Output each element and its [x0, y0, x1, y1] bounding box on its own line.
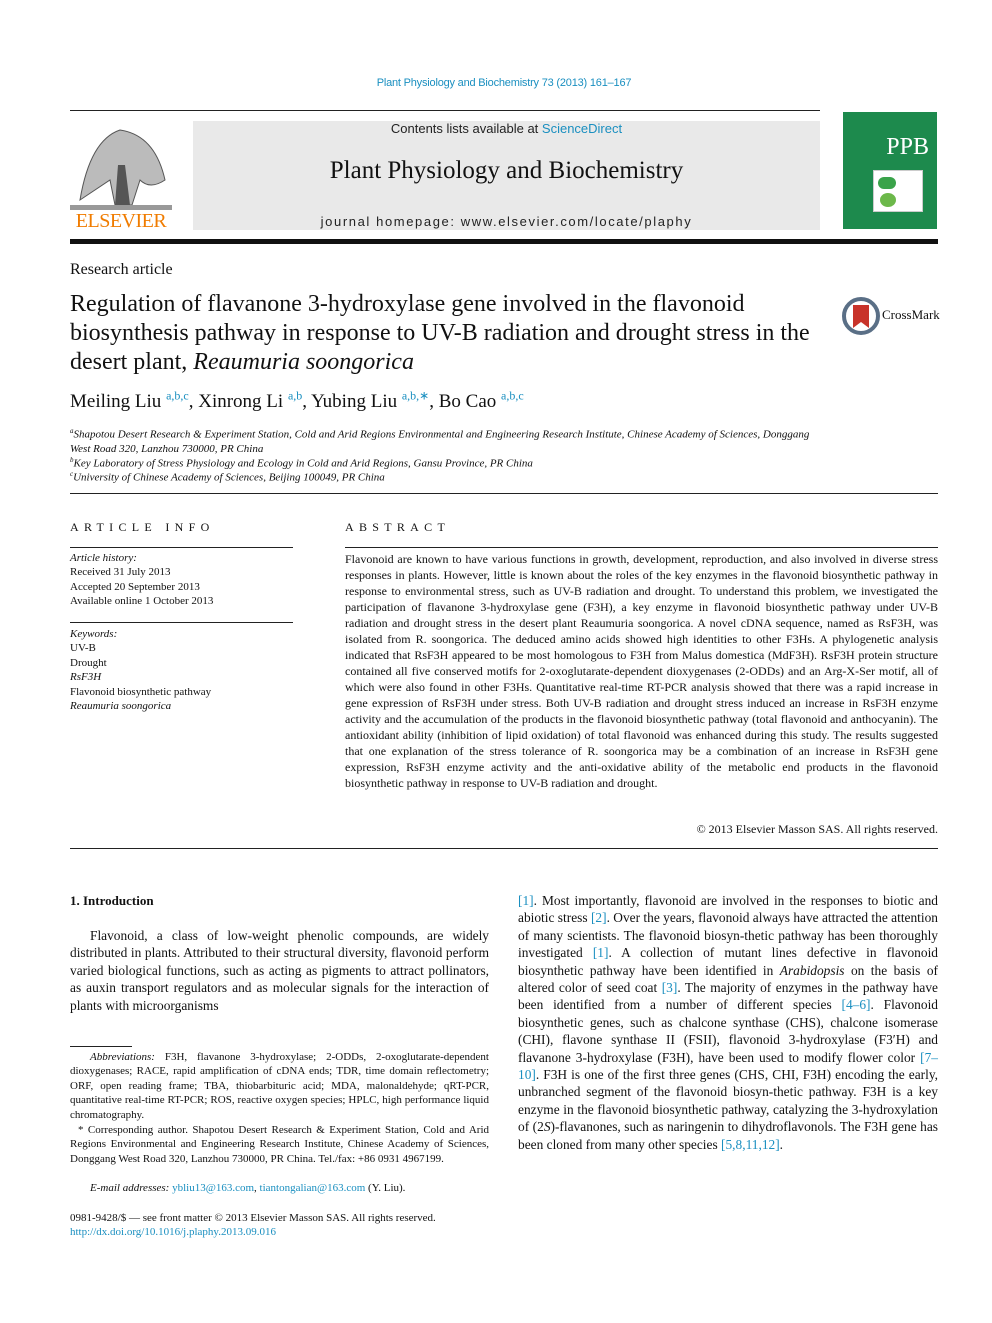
divider: [70, 110, 820, 111]
issn-line: 0981-9428/$ — see front matter © 2013 El…: [70, 1212, 436, 1224]
reference-link[interactable]: [2]: [591, 910, 607, 925]
reference-link[interactable]: [5,8,11,12]: [721, 1137, 780, 1152]
email-label: E-mail addresses:: [90, 1182, 170, 1194]
author-list: Meiling Liu a,b,c, Xinrong Li a,b, Yubin…: [70, 389, 524, 413]
email-footnote: E-mail addresses: ybliu13@163.com, tiant…: [90, 1182, 406, 1194]
abbreviations-label: Abbreviations:: [90, 1051, 155, 1063]
cover-figure: [873, 170, 923, 212]
author-name[interactable]: Xinrong Li: [198, 391, 283, 412]
author-affiliation-link[interactable]: a,b,∗: [402, 389, 429, 403]
keywords: Keywords: UV-B Drought RsF3H Flavonoid b…: [70, 627, 211, 713]
keyword: RsF3H: [70, 671, 102, 684]
cover-abbrev: PPB: [886, 134, 929, 160]
abstract-heading: ABSTRACT: [345, 520, 451, 534]
journal-cover-thumbnail[interactable]: PPB: [843, 112, 937, 229]
reference-link[interactable]: [3]: [662, 980, 678, 995]
affiliation: cUniversity of Chinese Academy of Scienc…: [70, 467, 830, 485]
author-name[interactable]: Meiling Liu: [70, 391, 161, 412]
author-separator: ,: [302, 391, 312, 413]
crossmark-button[interactable]: CrossMark: [840, 295, 950, 337]
italic-term: S: [543, 1119, 551, 1135]
keyword: Reaumuria soongorica: [70, 700, 172, 713]
article-type: Research article: [70, 261, 173, 278]
header-divider: [70, 239, 938, 244]
article-info-heading: ARTICLE INFO: [70, 520, 215, 534]
article-title: Regulation of flavanone 3-hydroxylase ge…: [70, 290, 840, 377]
article-history: Article history: Received 31 July 2013 A…: [70, 551, 213, 609]
author[interactable]: Xinrong Li a,b,: [198, 389, 312, 413]
author-name[interactable]: Yubing Liu: [311, 391, 397, 412]
title-species: Reaumuria soongorica: [193, 349, 414, 375]
text-segment: .: [779, 1136, 784, 1152]
doi-link[interactable]: http://dx.doi.org/10.1016/j.plaphy.2013.…: [70, 1226, 276, 1238]
elsevier-wordmark: ELSEVIER: [75, 210, 167, 232]
section-heading-introduction: 1. Introduction: [70, 893, 154, 908]
divider: [345, 547, 938, 548]
abstract-text: Flavonoid are known to have various func…: [345, 552, 938, 790]
corresponding-author-footnote: * Corresponding author. Shapotou Desert …: [70, 1124, 489, 1165]
online-date: Available online 1 October 2013: [70, 595, 214, 608]
italic-term: Arabidopsis: [779, 962, 845, 978]
abstract-copyright: © 2013 Elsevier Masson SAS. All rights r…: [696, 822, 938, 836]
author-affiliation-link[interactable]: a,b,c: [166, 389, 189, 403]
email-link[interactable]: tiantongalian@163.com: [260, 1182, 366, 1194]
reference-link[interactable]: [1]: [518, 893, 534, 908]
author-separator: ,: [429, 391, 439, 413]
divider: [70, 622, 293, 623]
author-name[interactable]: Bo Cao: [439, 391, 497, 412]
email-suffix: (Y. Liu).: [365, 1182, 406, 1194]
accepted-date: Accepted 20 September 2013: [70, 580, 200, 593]
keyword: UV-B: [70, 642, 96, 655]
title-main: Regulation of flavanone 3-hydroxylase ge…: [70, 291, 810, 375]
author[interactable]: Bo Cao a,b,c: [439, 389, 524, 412]
author[interactable]: Meiling Liu a,b,c,: [70, 389, 199, 413]
abbreviations-footnote: Abbreviations: F3H, flavanone 3-hydroxyl…: [70, 1050, 489, 1122]
contents-line: Contents lists available at ScienceDirec…: [193, 121, 820, 136]
crossmark-icon: [842, 297, 880, 335]
journal-name: Plant Physiology and Biochemistry: [329, 157, 684, 184]
author-affiliation-link[interactable]: a,b,c: [501, 389, 524, 403]
author-separator: ,: [188, 391, 199, 413]
cover-leaf-graphic: [878, 177, 896, 189]
keyword: Flavonoid biosynthetic pathway: [70, 685, 212, 698]
keywords-label: Keywords:: [70, 628, 118, 640]
divider: [70, 547, 293, 548]
divider: [70, 493, 938, 494]
received-date: Received 31 July 2013: [70, 566, 171, 579]
footnote-divider: [70, 1046, 132, 1047]
author-affiliation-link[interactable]: a,b: [288, 389, 302, 403]
reference-link[interactable]: [4–6]: [842, 997, 871, 1012]
sciencedirect-link[interactable]: ScienceDirect: [542, 121, 622, 136]
author[interactable]: Yubing Liu a,b,∗,: [311, 389, 439, 413]
reference-link[interactable]: [1]: [593, 945, 609, 960]
cover-leaf-graphic: [880, 193, 896, 207]
journal-homepage-link[interactable]: journal homepage: www.elsevier.com/locat…: [193, 214, 820, 229]
journal-citation[interactable]: Plant Physiology and Biochemistry 73 (20…: [0, 77, 992, 89]
email-link[interactable]: ybliu13@163.com: [172, 1182, 254, 1194]
affiliation: aShapotou Desert Research & Experiment S…: [70, 424, 830, 457]
divider: [70, 848, 938, 849]
contents-prefix: Contents lists available at: [390, 121, 542, 136]
crossmark-label: CrossMark: [882, 307, 940, 322]
keyword: Drought: [70, 656, 107, 669]
affiliation-text: Shapotou Desert Research & Experiment St…: [70, 428, 810, 456]
intro-paragraph-left: Flavonoid, a class of low-weight phenoli…: [70, 928, 489, 1013]
affiliation-text: University of Chinese Academy of Science…: [73, 471, 385, 484]
history-label: Article history:: [70, 552, 137, 564]
intro-paragraph-right: [1]. Most importantly, flavonoid are inv…: [518, 892, 938, 1153]
